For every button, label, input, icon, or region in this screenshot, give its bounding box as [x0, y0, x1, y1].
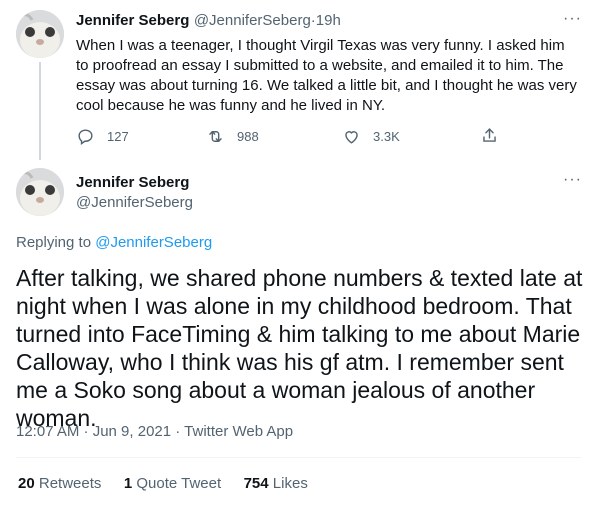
quotes-stat[interactable]: 1 Quote Tweet — [124, 475, 221, 492]
share-icon — [483, 128, 496, 142]
more-icon[interactable]: ··· — [563, 10, 582, 28]
replying-prefix: Replying to — [16, 234, 96, 251]
like-count: 3.3K — [373, 129, 400, 144]
replying-handle-link[interactable]: @JenniferSeberg — [95, 234, 212, 251]
retweet-button[interactable]: 988 — [206, 127, 259, 146]
thread-line — [39, 62, 41, 160]
likes-stat[interactable]: 754 Likes — [244, 475, 308, 492]
retweet-icon — [209, 131, 222, 142]
author-handle[interactable]: @JenniferSeberg — [194, 12, 311, 29]
likes-label: Likes — [272, 475, 308, 492]
retweets-stat[interactable]: 20 Retweets — [18, 475, 101, 492]
retweet-count: 988 — [237, 129, 259, 144]
quotes-count: 1 — [123, 475, 133, 492]
avatar[interactable] — [16, 168, 64, 216]
like-button[interactable]: 3.3K — [342, 127, 400, 146]
author-name[interactable]: Jennifer Seberg — [76, 12, 189, 29]
retweets-label: Retweets — [38, 475, 102, 492]
likes-count: 754 — [243, 475, 269, 492]
reply-icon — [78, 129, 93, 146]
divider — [16, 457, 581, 458]
reply-count: 127 — [107, 129, 129, 144]
replying-to: Replying to @JenniferSeberg — [16, 234, 212, 251]
reply-button[interactable]: 127 — [76, 127, 129, 146]
tweet-stats: 20 Retweets 1 Quote Tweet 754 Likes — [18, 475, 308, 493]
quotes-label: Quote Tweet — [136, 475, 222, 492]
tweet-text: After talking, we shared phone numbers &… — [16, 265, 583, 431]
timestamp[interactable]: 19h — [316, 12, 341, 29]
tweet-header: Jennifer Seberg @JenniferSeberg·19h — [76, 12, 546, 30]
more-icon[interactable]: ··· — [563, 171, 582, 189]
share-button[interactable] — [480, 126, 511, 145]
retweets-count: 20 — [18, 475, 35, 492]
tweet-text: When I was a teenager, I thought Virgil … — [76, 37, 577, 114]
like-icon — [345, 131, 358, 144]
author-handle[interactable]: @JenniferSeberg — [76, 194, 193, 211]
tweet-meta[interactable]: 12:07 AM · Jun 9, 2021 · Twitter Web App — [16, 423, 293, 440]
avatar[interactable] — [16, 10, 64, 58]
author-name[interactable]: Jennifer Seberg — [76, 174, 189, 191]
